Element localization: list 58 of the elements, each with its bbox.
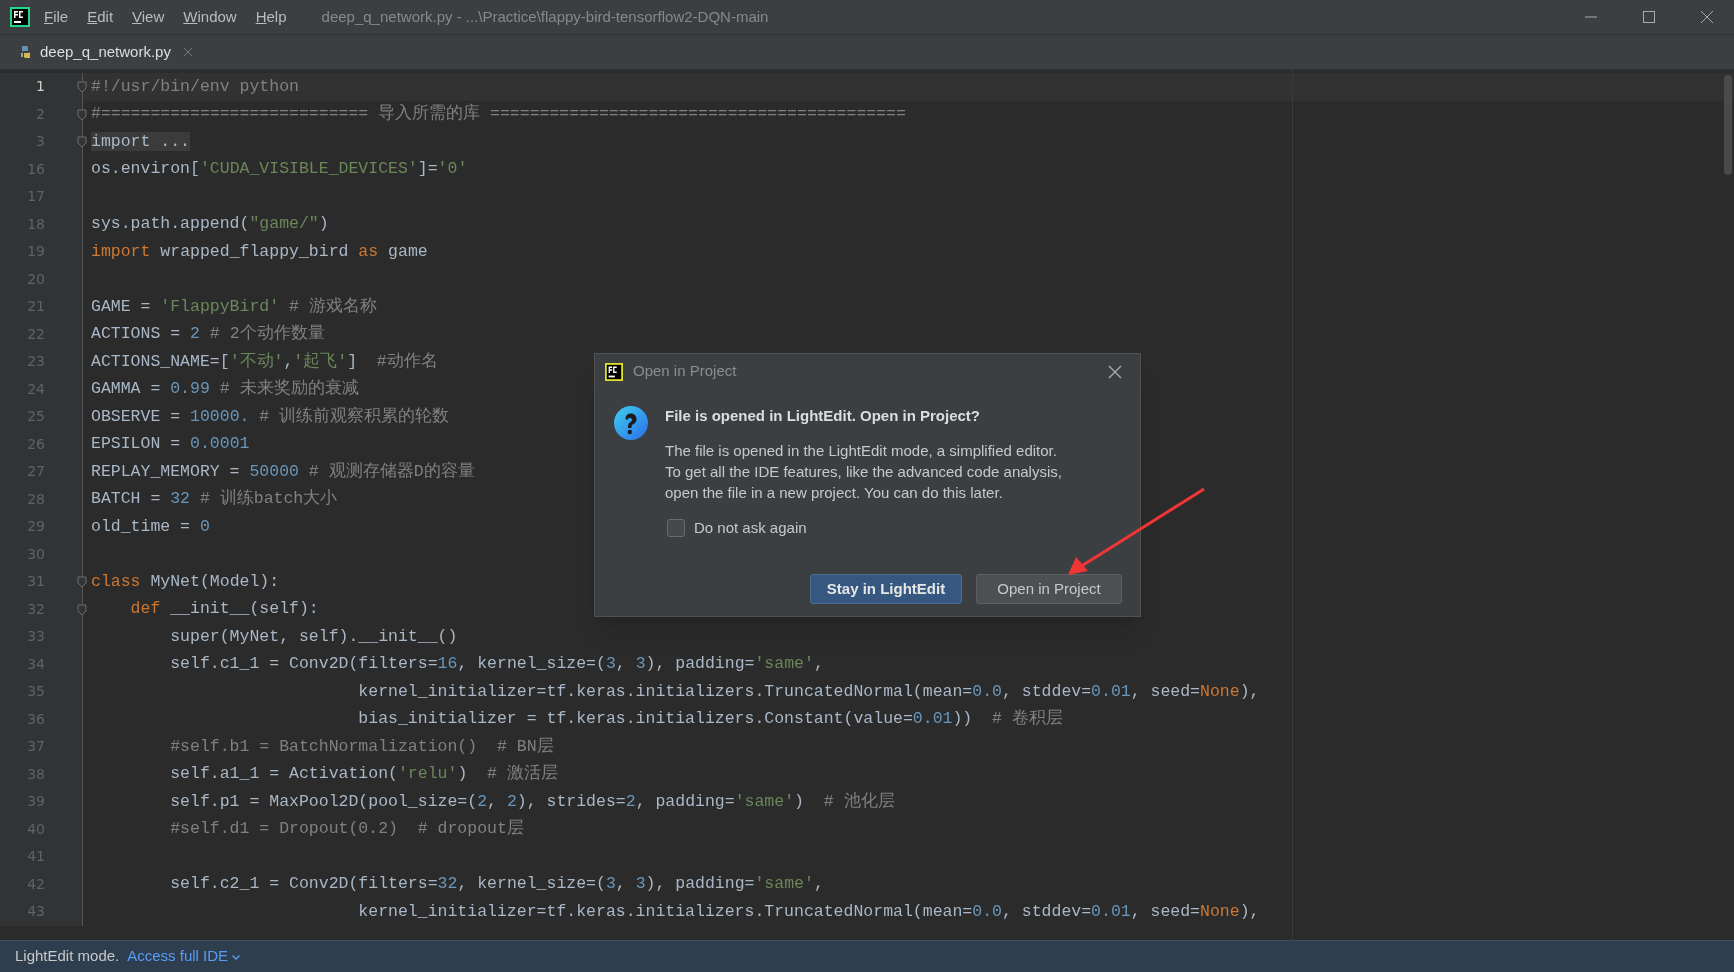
code-line: REPLAY_MEMORY = 50000 # 观测存储器D的容量 (91, 460, 475, 483)
code-line: self.p1 = MaxPool2D(pool_size=(2, 2), strides=2, padding='same') # 池化层 (169, 790, 895, 813)
code-line: #=========================== 导入所需的库 ========================================== (91, 102, 906, 126)
code-line: GAMMA = 0.99 # 未来奖励的衰减 (91, 377, 359, 401)
code-line: kernel_initializer=tf.keras.initializers.TruncatedNormal(mean=0.0, stddev=0.01, seed=None), (357, 900, 1260, 923)
close-icon[interactable] (1108, 364, 1122, 379)
status-text: LightEdit mode. (15, 946, 120, 967)
code-line: self.c1_1 = Conv2D(filters=16, kernel_size=(3, 3), padding='same', (169, 653, 824, 676)
line-number: 1 (35, 77, 45, 97)
menu-item[interactable]: Edit (87, 5, 114, 29)
code-line: #!/usr/bin/env python (91, 75, 299, 98)
fold-icon[interactable] (77, 603, 87, 616)
menu-item[interactable]: File (44, 5, 69, 29)
dialog-button[interactable]: Stay in LightEdit (810, 574, 962, 604)
window-title: deep_q_network.py - ...\Practice\flappy-bird-tensorflow2-DQN-main (321, 6, 769, 27)
code-line: #self.d1 = Dropout(0.2) # dropout层 (169, 818, 524, 841)
dialog-message: The file is opened in the LightEdit mode, a simplified editor. (665, 440, 1058, 461)
menu-item[interactable]: Window (183, 5, 237, 29)
menu-item[interactable]: View (132, 5, 165, 29)
code-line: def __init__(self): (129, 598, 319, 621)
code-line: old_time = 0 (91, 515, 210, 538)
code-line: bias_initializer = tf.keras.initializers.Constant(value=0.01)) # 卷积层 (357, 708, 1063, 731)
code-line: EPSILON = 0.0001 (91, 433, 250, 456)
close-icon[interactable] (1700, 10, 1714, 24)
code-line: import wrapped_flappy_bird as game (91, 240, 428, 263)
dialog-button[interactable]: Open in Project (976, 574, 1122, 604)
app-logo-icon (605, 362, 623, 381)
code-line: ACTIONS_NAME=['不动','起飞'] #动作名 (91, 350, 438, 373)
tab-label: deep_q_network.py (40, 41, 171, 62)
code-line: os.environ['CUDA_VISIBLE_DEVICES']='0' (91, 158, 468, 181)
checkbox-label: Do not ask again (694, 517, 807, 538)
fold-icon[interactable] (77, 81, 87, 93)
dialog-heading: File is opened in LightEdit. Open in Project? (665, 406, 981, 426)
code-line: super(MyNet, self).__init__() (169, 625, 458, 648)
code-line: kernel_initializer=tf.keras.initializers.TruncatedNormal(mean=0.0, stddev=0.01, seed=None), (357, 680, 1260, 703)
fold-icon[interactable] (77, 576, 87, 588)
menu-item[interactable]: Help (255, 5, 287, 29)
checkbox[interactable] (667, 518, 685, 537)
fold-icon[interactable] (77, 136, 87, 148)
code-line: BATCH = 32 # 训练batch大小 (91, 488, 338, 511)
question-icon (613, 405, 649, 441)
dialog-message: To get all the IDE features, like the advanced code analysis, (665, 461, 1062, 482)
close-icon[interactable] (182, 47, 193, 57)
code-line: self.c2_1 = Conv2D(filters=32, kernel_size=(3, 3), padding='same', (169, 873, 824, 896)
code-line: ACTIONS = 2 # 2个动作数量 (91, 323, 325, 346)
maximize-icon[interactable] (1642, 10, 1656, 24)
dialog-title: Open in Project (633, 361, 737, 382)
code-line: self.a1_1 = Activation('relu') # 激活层 (169, 763, 558, 786)
code-line: OBSERVE = 10000. # 训练前观察积累的轮数 (91, 405, 450, 428)
code-line: GAME = 'FlappyBird' # 游戏名称 (91, 295, 377, 318)
fold-icon[interactable] (77, 108, 87, 121)
code-line: #self.b1 = BatchNormalization() # BN层 (169, 735, 554, 758)
access-link[interactable]: Access full IDE (127, 945, 242, 968)
scrollbar-thumb[interactable] (1724, 75, 1732, 175)
code-line: class MyNet(Model): (91, 570, 280, 593)
dialog-message: open the file in a new project. You can do this later. (665, 482, 1004, 503)
code-line: sys.path.append("game/") (91, 213, 329, 236)
app-logo-icon (10, 7, 30, 27)
